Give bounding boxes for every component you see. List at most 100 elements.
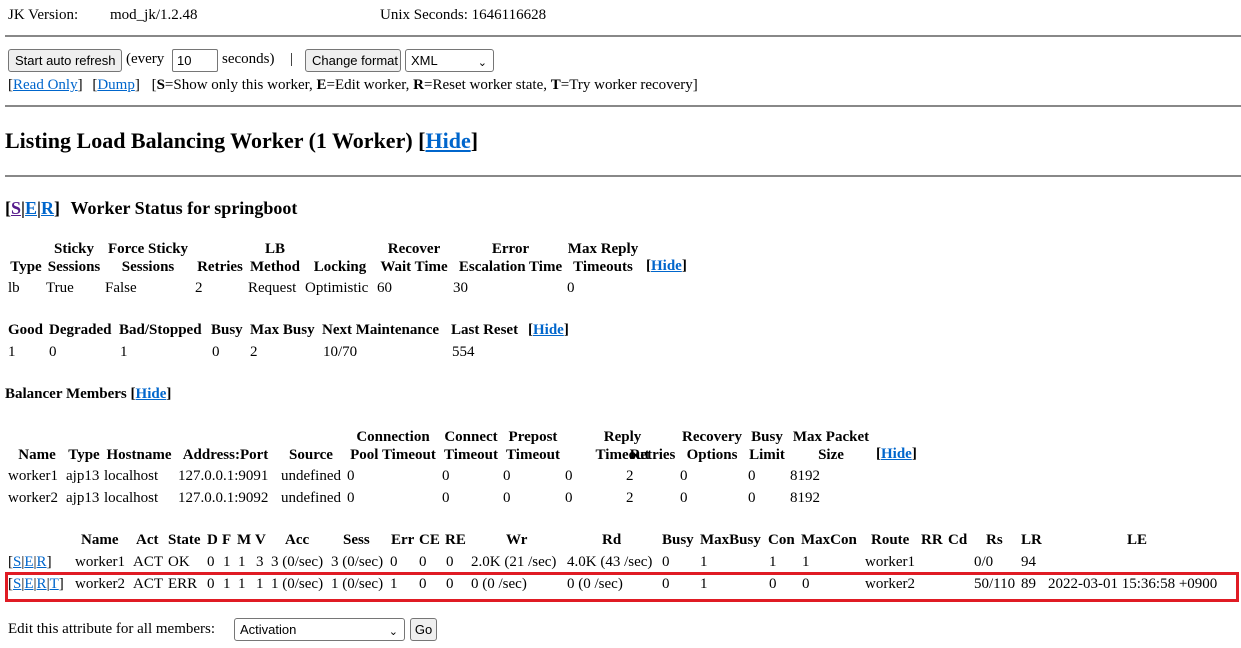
column-header: Sess [343,532,370,548]
hide-listing-link[interactable]: Hide [425,128,470,153]
hide-status-link: [Hide] [528,322,569,338]
table-cell: 1 [700,554,708,570]
show-link[interactable]: S [13,554,21,570]
change-format-button[interactable]: Change format [305,49,401,72]
column-header: Good [8,322,44,338]
table-cell: 0 [207,554,215,570]
header-line: Recover [387,241,441,257]
header-line: Max Packet [792,429,870,445]
table-cell: 0 [748,468,756,484]
format-select[interactable]: XML ⌄ [405,49,494,72]
jk-version-label: JK Version: [8,7,79,23]
table-cell: 0 [503,490,511,506]
column-header: Busy [211,322,243,338]
table-cell: 0 [748,490,756,506]
table-cell: 0 [419,554,427,570]
table-cell: 0 [503,468,511,484]
column-header: LB Method [247,240,303,276]
column-header: Type [8,240,44,276]
attribute-select-value: Activation [240,622,297,637]
table-cell: lb [8,280,20,296]
header-line: Connection [356,429,430,445]
header-line: Hostname [106,447,172,463]
column-header: Connection Pool Timeout [346,428,440,464]
column-header: Act [136,532,159,548]
column-header: Name [8,428,66,464]
table-cell: Optimistic [305,280,369,296]
show-worker-link[interactable]: S [11,198,21,218]
header-line: Timeouts [573,259,633,275]
row-action-links: [S|E|R] [8,554,52,570]
column-header: Max Packet Size [788,428,874,464]
hide-members-link[interactable]: Hide [136,386,167,402]
read-only-link[interactable]: Read Only [13,77,78,93]
column-header: Max Busy [250,322,315,338]
table-cell: 0 [680,490,688,506]
reset-worker-link[interactable]: R [41,198,54,218]
table-cell: 2 [626,490,634,506]
header-line: Limit [749,447,785,463]
refresh-seconds-input[interactable]: 10 [172,49,218,72]
column-header: Con [768,532,795,548]
column-header: D [207,532,218,548]
header-line [8,428,66,446]
column-header: Recover Wait Time [376,240,452,276]
header-line: Options [686,447,738,463]
column-header: CE [419,532,440,548]
hide-status-link-anchor[interactable]: Hide [533,322,564,338]
table-cell: 94 [1021,554,1036,570]
column-header: F [222,532,232,548]
edit-link[interactable]: E [24,554,33,570]
column-header: M [237,532,252,548]
header-line [194,240,246,258]
header-line [625,428,680,446]
edit-worker-link[interactable]: E [25,198,37,218]
seconds-label: seconds) [222,51,275,67]
table-cell: False [105,280,137,296]
hide-config-link: [Hide] [646,258,687,274]
go-button[interactable]: Go [410,618,437,641]
table-cell: 1 [238,554,246,570]
column-header: Retries [625,428,680,464]
worker-status-heading: [S|E|R] Worker Status for springboot [5,198,298,218]
table-cell: ajp13 [66,490,100,506]
table-cell: 3 (0/sec) [271,554,324,570]
column-header: Err [391,532,415,548]
hide-config-link-anchor[interactable]: Hide [651,258,682,274]
header-line: Recovery [682,429,742,445]
header-line: Type [68,447,100,463]
hide-members-table-anchor[interactable]: Hide [881,446,912,462]
header-line [66,428,102,446]
column-header: Recovery Options [678,428,746,464]
dump-link[interactable]: Dump [97,77,135,93]
header-line: Timeout [444,447,498,463]
table-cell: True [46,280,74,296]
column-header: Bad/Stopped [119,322,202,338]
attribute-select[interactable]: Activation ⌄ [234,618,405,641]
table-cell: 1 [802,554,810,570]
table-cell: 0 [565,490,573,506]
reset-link[interactable]: R [37,554,47,570]
header-line: Sticky [53,241,94,257]
start-auto-refresh-button[interactable]: Start auto refresh [8,49,122,72]
table-cell: 2.0K (21 /sec) [471,554,557,570]
links-line: [Read Only] [Dump] [S=Show only this wor… [8,77,698,93]
table-cell: 8192 [790,490,820,506]
header-line: Sessions [121,259,175,275]
table-cell: 1 [769,554,777,570]
column-header: State [168,532,201,548]
table-cell: 0 [390,554,398,570]
table-cell: 3 (0/sec) [331,554,384,570]
column-header: Acc [285,532,310,548]
table-cell: OK [168,554,190,570]
edit-all-label: Edit this attribute for all members: [8,621,216,637]
table-cell: worker1 [75,554,125,570]
table-cell: 0 [567,280,575,296]
column-header: RE [445,532,466,548]
header-line: Size [818,447,844,463]
balancer-members-heading: Balancer Members [Hide] [5,386,172,402]
column-header: Degraded [49,322,112,338]
header-line [177,428,274,446]
table-cell: 0 [662,554,670,570]
header-line: Retries [197,259,243,275]
